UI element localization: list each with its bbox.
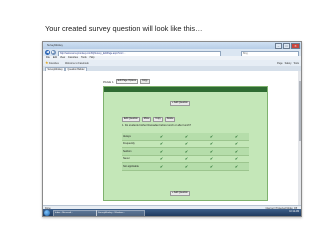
- checkmark-icon[interactable]: ✔: [224, 140, 249, 148]
- browser-screenshot: SurveyMonkey – □ ✕ ◀ ▶ http://www.survey…: [42, 41, 302, 217]
- forward-arrow-icon[interactable]: ▶: [51, 50, 56, 55]
- checkmark-icon[interactable]: ✔: [149, 147, 174, 156]
- row-label: Always: [122, 133, 149, 141]
- add-question-button-top[interactable]: + Add Question: [170, 101, 190, 106]
- address-bar: ◀ ▶ http://www.surveymonkey.com/MySurvey…: [43, 49, 301, 57]
- checkmark-icon[interactable]: ✔: [199, 155, 224, 163]
- row-label: Never: [122, 155, 149, 163]
- checkmark-icon[interactable]: ✔: [149, 155, 174, 163]
- vertical-scrollbar[interactable]: [298, 71, 301, 205]
- copy-button[interactable]: Copy: [153, 117, 163, 122]
- matrix-row: Frequently ✔ ✔ ✔ ✔: [122, 140, 249, 148]
- checkmark-icon[interactable]: ✔: [174, 162, 199, 171]
- answer-matrix: Always ✔ ✔ ✔ ✔ Frequently ✔ ✔ ✔ ✔ Seldom…: [122, 133, 249, 171]
- survey-question-panel: + Add Question Edit Question Move Copy D…: [103, 86, 268, 201]
- page-options-row: PAGE 1 Edit Page Options Copy: [103, 79, 150, 84]
- panel-header: [104, 87, 267, 92]
- checkmark-icon[interactable]: ✔: [149, 162, 174, 171]
- row-label: Frequently: [122, 140, 149, 148]
- tools-menu[interactable]: Tools: [293, 62, 299, 65]
- matrix-row: Always ✔ ✔ ✔ ✔: [122, 133, 249, 141]
- checkmark-icon[interactable]: ✔: [199, 140, 224, 148]
- checkmark-icon[interactable]: ✔: [224, 133, 249, 141]
- checkmark-icon[interactable]: ✔: [224, 162, 249, 171]
- checkmark-icon[interactable]: ✔: [174, 147, 199, 156]
- page-menu[interactable]: Page: [277, 62, 283, 65]
- slide: Your created survey question will look l…: [0, 0, 320, 240]
- checkmark-icon[interactable]: ✔: [199, 162, 224, 171]
- checkmark-icon[interactable]: ✔: [199, 147, 224, 156]
- windows-taskbar: Inbox - Microsoft... SurveyMonkey - Wind…: [43, 209, 301, 216]
- back-arrow-icon[interactable]: ◀: [45, 50, 50, 55]
- matrix-row: Not applicable ✔ ✔ ✔ ✔: [122, 162, 249, 171]
- web-page: PAGE 1 Edit Page Options Copy + Add Ques…: [43, 71, 301, 205]
- scroll-thumb[interactable]: [298, 81, 301, 141]
- taskbar-clock: 10:12 AM: [289, 210, 299, 213]
- checkmark-icon[interactable]: ✔: [174, 133, 199, 141]
- window-title: SurveyMonkey: [47, 44, 63, 47]
- checkmark-icon[interactable]: ✔: [149, 133, 174, 141]
- question-text: 1. Do students bother Ramadan before lun…: [122, 124, 192, 127]
- delete-button[interactable]: Delete: [164, 117, 176, 122]
- title-bar: SurveyMonkey – □ ✕: [43, 42, 301, 49]
- row-label: Seldom: [122, 147, 149, 156]
- checkmark-icon[interactable]: ✔: [149, 140, 174, 148]
- slide-caption: Your created survey question will look l…: [45, 24, 203, 33]
- checkmark-icon[interactable]: ✔: [224, 155, 249, 163]
- question-toolbar: Edit Question Move Copy Delete: [122, 117, 176, 122]
- safety-menu[interactable]: Safety: [285, 62, 292, 65]
- page-copy-button[interactable]: Copy: [140, 79, 150, 84]
- page-options-select[interactable]: Edit Page Options: [115, 79, 139, 84]
- page-label: PAGE 1: [103, 79, 114, 84]
- matrix-row: Seldom ✔ ✔ ✔ ✔: [122, 147, 249, 156]
- start-button-icon[interactable]: [44, 209, 50, 216]
- command-bar: Page Safety Tools: [277, 62, 299, 65]
- checkmark-icon[interactable]: ✔: [174, 155, 199, 163]
- favorite-link[interactable]: Welcome to Facebook: [65, 62, 89, 65]
- row-label: Not applicable: [122, 162, 149, 171]
- add-question-button-bottom[interactable]: + Add Question: [170, 191, 190, 196]
- matrix-row: Never ✔ ✔ ✔ ✔: [122, 155, 249, 163]
- checkmark-icon[interactable]: ✔: [199, 133, 224, 141]
- checkmark-icon[interactable]: ✔: [224, 147, 249, 156]
- favorites-label[interactable]: Favorites: [49, 62, 59, 65]
- taskbar-button-mail[interactable]: Inbox - Microsoft...: [53, 210, 97, 216]
- taskbar-button-browser[interactable]: SurveyMonkey - Windows...: [96, 210, 145, 216]
- checkmark-icon[interactable]: ✔: [174, 140, 199, 148]
- edit-question-button[interactable]: Edit Question: [122, 117, 140, 122]
- move-button[interactable]: Move: [141, 117, 152, 122]
